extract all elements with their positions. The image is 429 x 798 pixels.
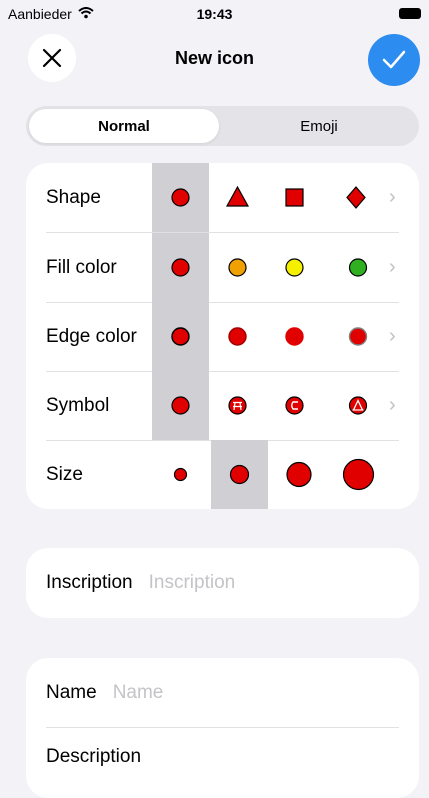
- shape-option-diamond[interactable]: [323, 163, 380, 232]
- size-label: Size: [46, 464, 83, 485]
- inscription-input[interactable]: Inscription: [149, 572, 236, 593]
- chevron-right-icon[interactable]: ›: [389, 302, 396, 371]
- edge-color-option-black[interactable]: [152, 302, 209, 371]
- done-button[interactable]: [368, 34, 420, 86]
- description-row[interactable]: Description: [46, 746, 141, 768]
- divider: [46, 727, 399, 728]
- edge-color-option-darkred[interactable]: [209, 302, 266, 371]
- details-card: Name Name Description: [26, 658, 419, 798]
- mode-segmented-control: Normal Emoji: [26, 106, 419, 146]
- name-label: Name: [46, 682, 97, 703]
- page-title: New icon: [174, 48, 254, 68]
- inscription-row[interactable]: Inscription Inscription: [46, 548, 235, 618]
- edge-color-option-gray[interactable]: [323, 302, 380, 371]
- size-option-small[interactable]: [152, 440, 209, 509]
- size-option-extra-large[interactable]: [330, 440, 387, 509]
- fill-color-label: Fill color: [46, 257, 117, 278]
- fill-color-option-red[interactable]: [152, 233, 209, 302]
- edge-color-label: Edge color: [46, 326, 137, 347]
- status-time: 19:43: [196, 6, 233, 22]
- size-option-medium[interactable]: [211, 440, 268, 509]
- shape-option-square[interactable]: [266, 163, 323, 232]
- inscription-card: Inscription Inscription: [26, 548, 419, 618]
- shape-option-triangle[interactable]: [209, 163, 266, 232]
- edge-color-row: Edge color ›: [26, 302, 419, 371]
- fill-color-row: Fill color ›: [26, 233, 419, 302]
- symbol-option-picnic-table[interactable]: [209, 371, 266, 440]
- name-row[interactable]: Name Name: [46, 658, 163, 728]
- shape-option-circle[interactable]: [152, 163, 209, 232]
- edge-color-option-red[interactable]: [266, 302, 323, 371]
- shape-row: Shape ›: [26, 163, 419, 232]
- tab-normal[interactable]: Normal: [29, 109, 219, 143]
- size-option-large[interactable]: [270, 440, 327, 509]
- symbol-option-camping-tent[interactable]: [323, 371, 380, 440]
- symbol-option-horseshoe[interactable]: [266, 371, 323, 440]
- symbol-label: Symbol: [46, 395, 110, 416]
- size-row: Size: [26, 440, 419, 509]
- shape-label: Shape: [46, 187, 101, 208]
- chevron-right-icon[interactable]: ›: [389, 371, 396, 440]
- inscription-label: Inscription: [46, 572, 133, 593]
- icon-settings-card: Shape › Fill color › Edge color › Symbol…: [26, 163, 419, 509]
- description-label: Description: [46, 746, 142, 767]
- chevron-right-icon[interactable]: ›: [389, 163, 396, 232]
- tab-emoji[interactable]: Emoji: [222, 109, 416, 143]
- status-bar: Aanbieder 19:43: [0, 0, 429, 30]
- fill-color-option-yellow[interactable]: [266, 233, 323, 302]
- checkmark-icon: [382, 50, 406, 69]
- fill-color-option-green[interactable]: [323, 233, 380, 302]
- symbol-row: Symbol ›: [26, 371, 419, 440]
- fill-color-option-orange[interactable]: [209, 233, 266, 302]
- symbol-option-none[interactable]: [152, 371, 209, 440]
- battery-icon: [399, 8, 421, 19]
- name-input[interactable]: Name: [113, 682, 164, 703]
- chevron-right-icon[interactable]: ›: [389, 233, 396, 302]
